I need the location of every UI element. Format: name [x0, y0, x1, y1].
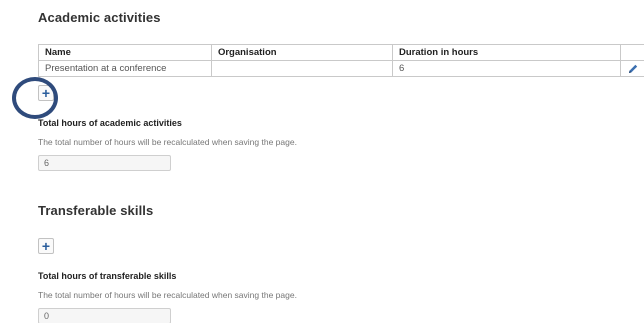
cell-duration: 6: [392, 60, 621, 77]
cell-organisation: [210, 60, 394, 77]
column-header-name: Name: [38, 44, 212, 61]
column-header-organisation: Organisation: [210, 44, 394, 61]
transferable-help-text: The total number of hours will be recalc…: [38, 290, 297, 300]
total-academic-hours-label: Total hours of academic activities: [38, 118, 182, 128]
table-header-row: Name Organisation Duration in hours: [38, 44, 644, 61]
total-academic-hours-field[interactable]: [38, 155, 171, 171]
table-row: Presentation at a conference 6: [38, 60, 644, 77]
academic-activities-table: Name Organisation Duration in hours Pres…: [38, 44, 644, 77]
add-transferable-skill-button[interactable]: +: [38, 238, 54, 254]
academic-help-text: The total number of hours will be recalc…: [38, 137, 297, 147]
cell-actions: [619, 60, 644, 77]
total-transferable-hours-field[interactable]: [38, 308, 171, 323]
add-academic-activity-button[interactable]: +: [38, 85, 54, 101]
column-header-actions: [619, 44, 644, 61]
column-header-duration: Duration in hours: [392, 44, 621, 61]
page: Academic activities Name Organisation Du…: [0, 0, 644, 323]
pencil-icon[interactable]: [627, 63, 639, 75]
cell-name: Presentation at a conference: [38, 60, 212, 77]
transferable-skills-title: Transferable skills: [38, 203, 154, 218]
total-transferable-hours-label: Total hours of transferable skills: [38, 271, 177, 281]
academic-activities-title: Academic activities: [38, 10, 161, 25]
